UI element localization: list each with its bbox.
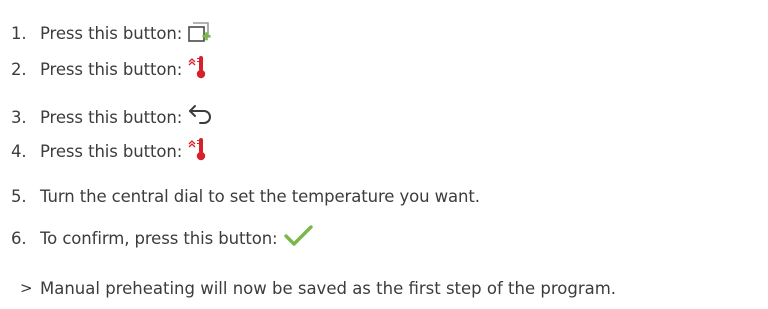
result-marker: > xyxy=(20,279,33,297)
step-4: 4. Press this button: xyxy=(0,136,207,166)
preheat-thermometer-icon xyxy=(187,54,207,84)
step-number: 5. xyxy=(11,186,27,206)
step-1: 1. Press this button: xyxy=(0,18,213,48)
add-step-icon xyxy=(187,19,213,47)
step-number: 6. xyxy=(11,228,27,248)
step-number: 3. xyxy=(11,107,27,127)
preheat-thermometer-icon xyxy=(187,136,207,166)
back-arrow-icon xyxy=(187,104,215,130)
step-6: 6. To confirm, press this button: xyxy=(0,223,315,253)
step-2: 2. Press this button: xyxy=(0,54,207,84)
result-text: Manual preheating will now be saved as t… xyxy=(40,278,617,298)
step-text: Press this button: xyxy=(40,141,183,161)
step-5: 5. Turn the central dial to set the temp… xyxy=(0,181,480,211)
checkmark-icon xyxy=(283,224,315,252)
step-number: 4. xyxy=(11,141,27,161)
step-number: 1. xyxy=(11,23,27,43)
step-3: 3. Press this button: xyxy=(0,102,215,132)
step-text: Press this button: xyxy=(40,59,183,79)
step-text: Press this button: xyxy=(40,107,183,127)
step-text: To confirm, press this button: xyxy=(40,228,278,248)
result-note: > Manual preheating will now be saved as… xyxy=(0,273,616,303)
step-text: Turn the central dial to set the tempera… xyxy=(40,186,480,206)
step-number: 2. xyxy=(11,59,27,79)
step-text: Press this button: xyxy=(40,23,183,43)
